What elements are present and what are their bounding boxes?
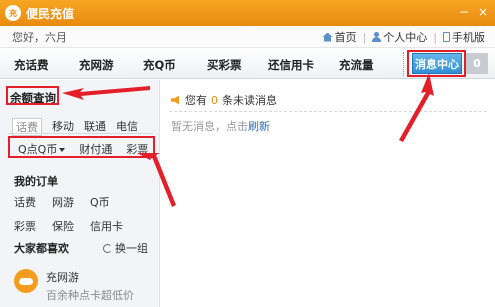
nav-item-qcoin[interactable]: 充Q币	[143, 57, 176, 73]
annotation-box-balance	[6, 86, 59, 105]
app-logo-icon: 充	[5, 5, 21, 21]
unread-prefix: 您有	[185, 94, 207, 107]
speaker-icon	[171, 95, 179, 105]
minimize-button[interactable]: −	[456, 4, 472, 20]
empty-message-text: 暂无消息，点击	[171, 120, 248, 133]
close-button[interactable]: ×	[475, 4, 491, 20]
title-bar: 充 便民充值 − ×	[0, 0, 495, 26]
order-link-credit-card[interactable]: 信用卡	[90, 218, 134, 234]
message-count-badge: 0	[466, 53, 488, 74]
unread-summary: 您有 0 条未读消息	[171, 92, 277, 108]
home-link-label: 首页	[334, 31, 357, 44]
annotation-box-message-center	[407, 50, 466, 77]
greeting-text: 您好，六月	[12, 30, 67, 44]
message-panel: 您有 0 条未读消息 暂无消息，点击刷新	[161, 80, 495, 307]
promo-description: 百余种点卡超低价	[46, 289, 134, 302]
orders-list: 话费 网游 Q币 彩票 保险 信用卡	[14, 194, 134, 234]
order-link-insurance[interactable]: 保险	[52, 218, 90, 234]
mobile-version-link[interactable]: 手机版	[443, 29, 485, 45]
dashed-divider	[169, 111, 487, 112]
personal-center-link[interactable]: 个人中心	[372, 29, 427, 45]
unread-count: 0	[211, 93, 218, 107]
link-separator: |	[433, 30, 437, 44]
nav-divider	[403, 52, 404, 76]
tab-divider	[8, 133, 153, 134]
home-icon	[322, 32, 333, 42]
unread-suffix: 条未读消息	[222, 94, 277, 107]
top-links: 首页 | 个人中心 | 手机版	[322, 29, 485, 45]
order-link-qcoin[interactable]: Q币	[90, 194, 134, 210]
nav-item-credit-card[interactable]: 还信用卡	[268, 57, 314, 73]
order-link-game[interactable]: 网游	[52, 194, 90, 210]
refresh-icon	[103, 243, 112, 253]
promo-name: 充网游	[46, 271, 79, 284]
greeting-bar: 您好，六月 首页 | 个人中心 | 手机版	[0, 26, 495, 48]
order-link-phone[interactable]: 话费	[14, 194, 52, 210]
change-group-button[interactable]: 换一组	[103, 240, 148, 256]
empty-message: 暂无消息，点击刷新	[171, 118, 270, 134]
nav-item-lottery[interactable]: 买彩票	[207, 57, 242, 73]
app-title: 便民充值	[26, 6, 75, 21]
nav-item-game-recharge[interactable]: 充网游	[79, 57, 114, 73]
annotation-box-payment	[8, 136, 155, 158]
user-icon	[372, 32, 382, 42]
gamepad-icon	[14, 269, 38, 293]
nav-item-phone-recharge[interactable]: 充话费	[14, 57, 49, 73]
sidebar: 余额查询 话费 移动 联通 电信 Q点Q币 财付通 彩票 我的订单 话费 网游 …	[0, 80, 160, 307]
nav-item-data-plan[interactable]: 充流量	[339, 57, 374, 73]
home-link[interactable]: 首页	[322, 29, 357, 45]
promo-item[interactable]: 充网游 百余种点卡超低价	[14, 269, 134, 303]
my-orders-title: 我的订单	[14, 175, 58, 188]
link-separator: |	[362, 30, 367, 44]
order-link-lottery[interactable]: 彩票	[14, 218, 52, 234]
mobile-version-label: 手机版	[452, 31, 485, 44]
refresh-link[interactable]: 刷新	[248, 120, 270, 133]
change-group-label: 换一组	[115, 242, 148, 255]
personal-center-label: 个人中心	[383, 31, 428, 44]
popular-title: 大家都喜欢	[14, 242, 69, 255]
main-nav: 充话费 充网游 充Q币 买彩票 还信用卡 充流量 消息中心 0	[0, 48, 495, 79]
phone-icon	[443, 32, 450, 42]
